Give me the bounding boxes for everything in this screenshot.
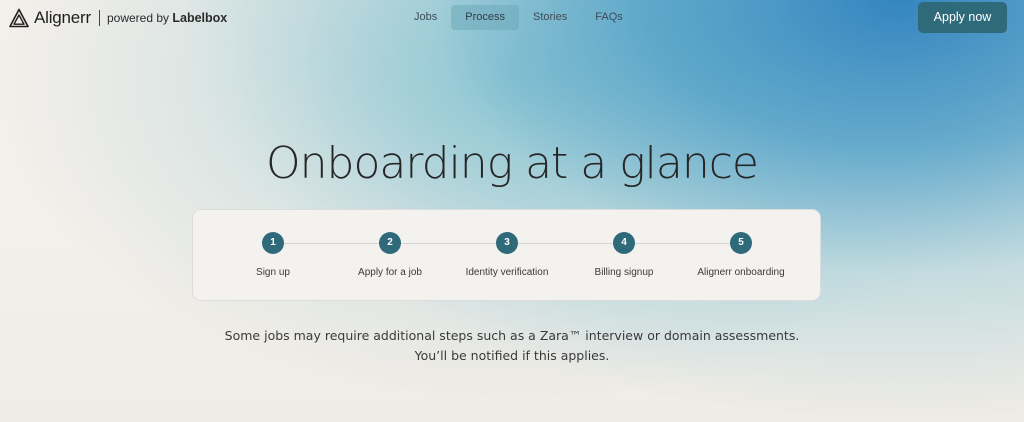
step-billing-signup: 4 Billing signup (564, 232, 684, 278)
step-label: Alignerr onboarding (697, 267, 785, 278)
step-apply-for-job: 2 Apply for a job (330, 232, 450, 278)
step-number-badge: 2 (379, 232, 401, 254)
nav-item-stories[interactable]: Stories (519, 5, 581, 30)
nav-item-faqs[interactable]: FAQs (581, 5, 637, 30)
powered-prefix: powered by (106, 11, 170, 25)
step-label: Sign up (256, 267, 290, 278)
nav-item-process[interactable]: Process (451, 5, 519, 30)
powered-by-text: powered by Labelbox (107, 11, 227, 25)
powered-brand: Labelbox (172, 11, 228, 25)
brand-name: Alignerr (34, 8, 91, 27)
page-title: Onboarding at a glance (266, 138, 759, 189)
main-nav: Jobs Process Stories FAQs (400, 5, 637, 30)
apply-now-button[interactable]: Apply now (918, 2, 1007, 33)
triangle-logo-icon (9, 8, 29, 28)
logo-divider (98, 10, 100, 26)
step-alignerr-onboarding: 5 Alignerr onboarding (681, 232, 801, 278)
nav-item-jobs[interactable]: Jobs (400, 5, 451, 30)
step-number-badge: 3 (496, 232, 518, 254)
step-label: Billing signup (594, 267, 654, 278)
additional-steps-note: Some jobs may require additional steps s… (0, 326, 1024, 366)
top-header: Alignerr powered by Labelbox Jobs Proces… (0, 0, 1024, 36)
onboarding-steps-card: 1 Sign up 2 Apply for a job 3 Identity v… (192, 209, 821, 301)
note-line-1: Some jobs may require additional steps s… (224, 328, 800, 343)
step-number-badge: 5 (730, 232, 752, 254)
note-line-2: You’ll be notified if this applies. (414, 348, 610, 363)
step-number-badge: 4 (613, 232, 635, 254)
step-sign-up: 1 Sign up (213, 232, 333, 278)
step-number-badge: 1 (262, 232, 284, 254)
step-label: Identity verification (465, 267, 549, 278)
step-identity-verification: 3 Identity verification (447, 232, 567, 278)
step-label: Apply for a job (358, 267, 422, 278)
brand-logo[interactable]: Alignerr powered by Labelbox (9, 7, 227, 29)
